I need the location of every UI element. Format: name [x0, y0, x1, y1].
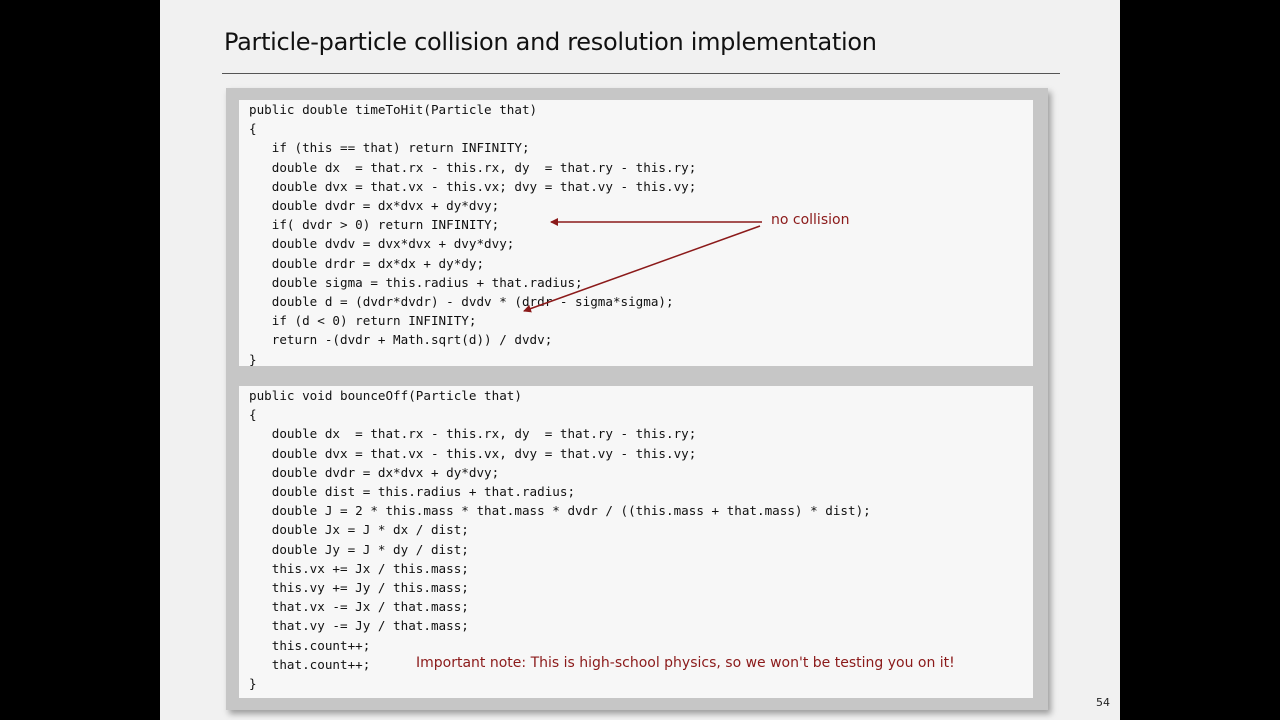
title-divider [222, 73, 1060, 74]
bo-line: this.count++; [249, 637, 371, 653]
bo-line: double dist = this.radius + that.radius; [249, 484, 576, 500]
tth-line: { [249, 121, 257, 137]
bo-line: double J = 2 * this.mass * that.mass * d… [249, 503, 871, 519]
tth-line: if( dvdr > 0) return INFINITY; [249, 217, 500, 233]
bo-line: double Jx = J * dx / dist; [249, 522, 469, 538]
bo-line: double dvdr = dx*dvx + dy*dvy; [249, 464, 500, 480]
bo-line: public void bounceOff(Particle that) [249, 388, 522, 403]
tth-line: } [249, 351, 257, 367]
bo-line: that.vx -= Jx / that.mass; [249, 599, 469, 615]
bo-line: that.vy -= Jy / that.mass; [249, 618, 469, 634]
slide: Particle-particle collision and resoluti… [160, 0, 1120, 720]
bo-line: that.count++; [249, 656, 371, 672]
tth-line: if (this == that) return INFINITY; [249, 140, 530, 156]
code-panel-bounce-off: public void bounceOff(Particle that) { d… [239, 386, 1033, 698]
bo-line: double Jy = J * dy / dist; [249, 541, 469, 557]
bo-line: double dvx = that.vx - this.vx, dvy = th… [249, 445, 697, 461]
code-panel-time-to-hit: public double timeToHit(Particle that) {… [239, 100, 1033, 369]
no-collision-label: no collision [771, 212, 850, 228]
code-block-bounce-off: public void bounceOff(Particle that) { d… [249, 386, 871, 693]
slide-title: Particle-particle collision and resoluti… [224, 28, 877, 56]
tth-line: double dx = that.rx - this.rx, dy = that… [249, 159, 697, 175]
tth-line: double dvdv = dvx*dvx + dvy*dvy; [249, 236, 515, 252]
tth-line: public double timeToHit(Particle that) [249, 102, 538, 117]
tth-line: double d = (dvdr*dvdr) - dvdv * (drdr - … [249, 294, 674, 310]
important-note: Important note: This is high-school phys… [416, 655, 955, 671]
page-number: 54 [1096, 696, 1110, 709]
bo-line: } [249, 676, 257, 692]
tth-line: return -(dvdr + Math.sqrt(d)) / dvdv; [249, 332, 553, 348]
tth-line: double dvdr = dx*dvx + dy*dvy; [249, 198, 500, 214]
tth-line: double dvx = that.vx - this.vx; dvy = th… [249, 178, 697, 194]
bo-line: double dx = that.rx - this.rx, dy = that… [249, 426, 697, 442]
code-frame: public double timeToHit(Particle that) {… [226, 88, 1048, 710]
tth-line: double sigma = this.radius + that.radius… [249, 274, 583, 290]
code-block-time-to-hit: public double timeToHit(Particle that) {… [249, 100, 696, 369]
tth-line: double drdr = dx*dx + dy*dy; [249, 255, 485, 271]
bo-line: this.vy += Jy / this.mass; [249, 580, 469, 596]
bo-line: this.vx += Jx / this.mass; [249, 560, 469, 576]
bo-line: { [249, 407, 257, 423]
tth-line: if (d < 0) return INFINITY; [249, 313, 477, 329]
